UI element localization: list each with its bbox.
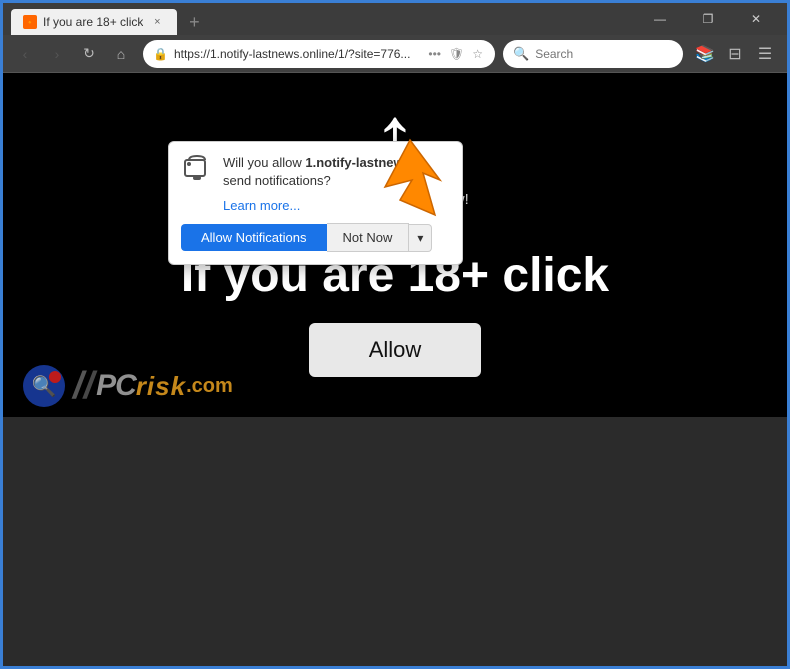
browser-window: 🔸 If you are 18+ click × + — ❐ ✕ ‹ › ↻ ⌂… bbox=[3, 3, 787, 666]
library-icon[interactable]: 📚 bbox=[691, 40, 719, 68]
allow-notifications-button[interactable]: Allow Notifications bbox=[181, 224, 327, 251]
navigation-bar: ‹ › ↻ ⌂ 🔒 https://1.notify-lastnews.onli… bbox=[3, 35, 787, 73]
notification-bell-icon bbox=[181, 154, 213, 186]
toolbar-icons: 📚 ⊟ ☰ bbox=[691, 40, 779, 68]
forward-icon: › bbox=[55, 46, 60, 62]
minimize-button[interactable]: — bbox=[637, 3, 683, 35]
pcrisk-dot bbox=[49, 371, 61, 383]
tab-area: 🔸 If you are 18+ click × + bbox=[11, 3, 625, 35]
refresh-button[interactable]: ↻ bbox=[75, 40, 103, 68]
pcrisk-slash-left: / bbox=[73, 367, 84, 405]
restore-button[interactable]: ❐ bbox=[685, 3, 731, 35]
tab-title: If you are 18+ click bbox=[43, 15, 143, 29]
not-now-button[interactable]: Not Now bbox=[327, 223, 410, 252]
pcrisk-pc: PC bbox=[96, 369, 136, 403]
notif-suffix: send notifications? bbox=[223, 173, 331, 188]
notif-buttons: Allow Notifications Not Now ▾ bbox=[181, 223, 450, 252]
back-icon: ‹ bbox=[23, 46, 28, 62]
window-controls: — ❐ ✕ bbox=[637, 3, 779, 35]
back-button[interactable]: ‹ bbox=[11, 40, 39, 68]
pcrisk-brand: risk bbox=[136, 371, 186, 402]
browser-tab[interactable]: 🔸 If you are 18+ click × bbox=[11, 9, 177, 35]
shield-icon[interactable]: 🛡 bbox=[447, 45, 466, 63]
allow-button[interactable]: Allow bbox=[309, 323, 482, 377]
pcrisk-slash-right: / bbox=[84, 367, 95, 405]
home-icon: ⌂ bbox=[117, 46, 125, 62]
address-text: https://1.notify-lastnews.online/1/?site… bbox=[174, 47, 420, 61]
lock-icon: 🔒 bbox=[153, 47, 168, 61]
bookmark-icon[interactable]: ☆ bbox=[470, 45, 485, 63]
close-button[interactable]: ✕ bbox=[733, 3, 779, 35]
arrow-indicator bbox=[365, 135, 455, 225]
close-tab-button[interactable]: × bbox=[149, 14, 165, 30]
sidebar-icon[interactable]: ⊟ bbox=[721, 40, 749, 68]
pcrisk-dotcom: .com bbox=[186, 375, 233, 398]
new-tab-button[interactable]: + bbox=[181, 9, 207, 35]
tab-favicon-icon: 🔸 bbox=[23, 15, 37, 29]
menu-icon[interactable]: ☰ bbox=[751, 40, 779, 68]
search-box[interactable]: 🔍 bbox=[503, 40, 683, 68]
address-icons: ••• 🛡 ☆ bbox=[426, 45, 485, 63]
notif-prefix: Will you allow bbox=[223, 155, 305, 170]
search-icon: 🔍 bbox=[513, 46, 529, 62]
search-input[interactable] bbox=[535, 47, 690, 61]
dropdown-button[interactable]: ▾ bbox=[409, 224, 432, 252]
pcrisk-watermark: 🔍 / / PC risk .com bbox=[23, 365, 233, 407]
forward-button[interactable]: › bbox=[43, 40, 71, 68]
address-bar[interactable]: 🔒 https://1.notify-lastnews.online/1/?si… bbox=[143, 40, 495, 68]
pcrisk-logo-icon: 🔍 bbox=[23, 365, 65, 407]
home-button[interactable]: ⌂ bbox=[107, 40, 135, 68]
pcrisk-text: / / PC risk .com bbox=[73, 367, 233, 405]
more-options-icon[interactable]: ••• bbox=[426, 45, 443, 63]
refresh-icon: ↻ bbox=[83, 45, 95, 62]
title-bar: 🔸 If you are 18+ click × + — ❐ ✕ bbox=[3, 3, 787, 35]
